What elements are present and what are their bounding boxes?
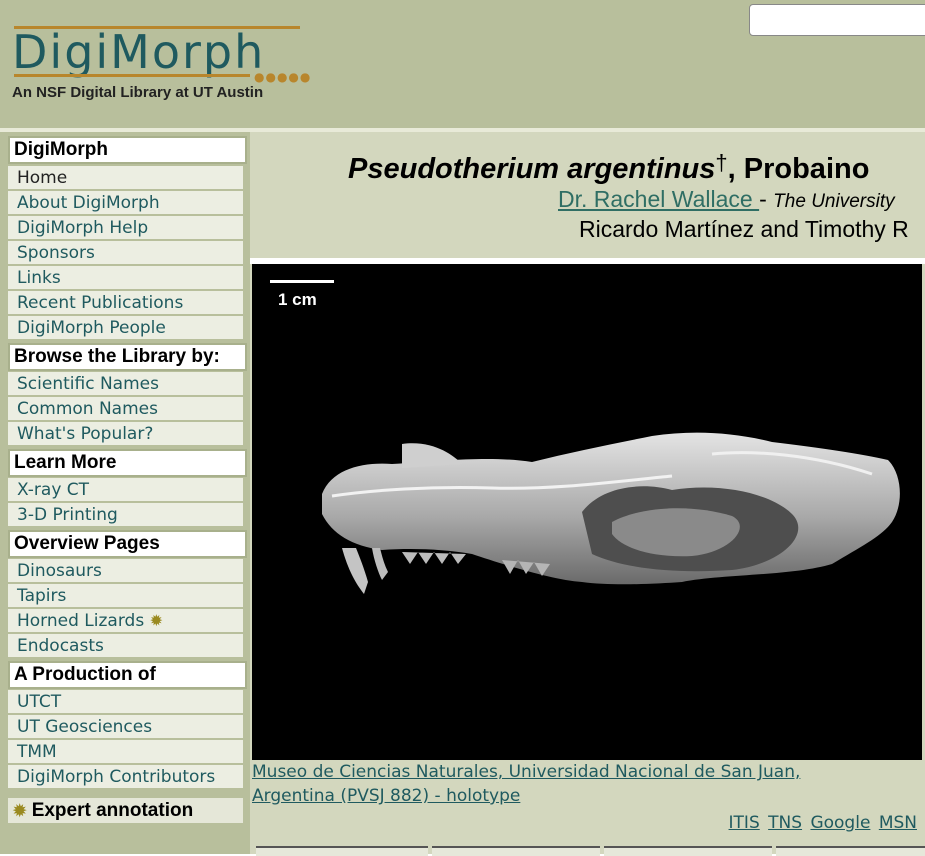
google-link[interactable]: Google	[810, 813, 870, 833]
caption-line-2: Argentina (PVSJ 882) - holotype	[252, 786, 521, 806]
sidebar-item-common-names[interactable]: Common Names	[8, 397, 243, 421]
sidebar-item-links[interactable]: Links	[8, 266, 243, 290]
sidebar-item-sponsors[interactable]: Sponsors	[8, 241, 243, 265]
sun-icon: ✹	[149, 611, 163, 630]
sidebar-section-digimorph: DigiMorph	[8, 136, 247, 164]
bottom-tab[interactable]	[432, 846, 600, 856]
sidebar-item-label: Horned Lizards	[17, 611, 145, 631]
sidebar-item-contributors[interactable]: DigiMorph Contributors	[8, 765, 243, 789]
sidebar-item-ut-geosciences[interactable]: UT Geosciences	[8, 715, 243, 739]
sidebar-section-production: A Production of	[8, 661, 247, 689]
sidebar-item-horned-lizards[interactable]: Horned Lizards ✹	[8, 609, 243, 633]
search-input[interactable]	[749, 4, 925, 36]
sidebar-item-utct[interactable]: UTCT	[8, 690, 243, 714]
logo-dots: ●●●●●	[254, 70, 312, 84]
sidebar-item-publications[interactable]: Recent Publications	[8, 291, 243, 315]
tns-link[interactable]: TNS	[768, 813, 802, 833]
sidebar-item-popular[interactable]: What's Popular?	[8, 422, 243, 446]
skull-ct-image[interactable]: 1 cm	[252, 264, 922, 760]
sidebar-item-help[interactable]: DigiMorph Help	[8, 216, 243, 240]
sidebar-item-about[interactable]: About DigiMorph	[8, 191, 243, 215]
digimorph-logo[interactable]: DigiMorph ●●●●● An NSF Digital Library a…	[12, 22, 312, 112]
specimen-header: Pseudotherium argentinus†, Probaino Dr. …	[250, 132, 925, 258]
logo-tagline: An NSF Digital Library at UT Austin	[12, 84, 264, 101]
author-separator: -	[759, 186, 774, 212]
sidebar-section-browse: Browse the Library by:	[8, 343, 247, 371]
sidebar-item-scientific-names[interactable]: Scientific Names	[8, 372, 243, 396]
specimen-caption-link[interactable]: Museo de Ciencias Naturales, Universidad…	[252, 760, 892, 808]
sidebar-item-xray-ct[interactable]: X-ray CT	[8, 478, 243, 502]
species-name: Pseudotherium argentinus	[348, 153, 716, 185]
bottom-tab[interactable]	[604, 846, 772, 856]
logo-wordmark: DigiMorph	[12, 25, 266, 79]
sidebar-section-overview: Overview Pages	[8, 530, 247, 558]
expert-annotation-legend: ✹ Expert annotation	[8, 798, 243, 823]
page-title: Pseudotherium argentinus†, Probaino	[348, 150, 869, 186]
external-links: ITIS TNS Google MSN	[726, 813, 917, 833]
sun-icon: ✹	[13, 803, 27, 820]
bottom-tab[interactable]	[256, 846, 428, 856]
sidebar-section-learn-more: Learn More	[8, 449, 247, 477]
author-link[interactable]: Dr. Rachel Wallace	[558, 186, 759, 212]
extinct-dagger: †	[715, 150, 728, 175]
sidebar-item-tmm[interactable]: TMM	[8, 740, 243, 764]
sidebar-item-tapirs[interactable]: Tapirs	[8, 584, 243, 608]
caption-line-1: Museo de Ciencias Naturales, Universidad…	[252, 762, 801, 782]
expert-annotation-label: Expert annotation	[31, 800, 194, 821]
main-content: Pseudotherium argentinus†, Probaino Dr. …	[250, 132, 925, 856]
itis-link[interactable]: ITIS	[729, 813, 760, 833]
sidebar-item-people[interactable]: DigiMorph People	[8, 316, 243, 340]
skull-render	[322, 432, 900, 594]
coauthors: Ricardo Martínez and Timothy R	[579, 216, 909, 242]
author-institution: The University	[773, 191, 895, 212]
site-header: DigiMorph ●●●●● An NSF Digital Library a…	[0, 0, 925, 128]
bottom-tab[interactable]	[776, 846, 925, 856]
author-line: Dr. Rachel Wallace - The University	[558, 186, 895, 213]
sidebar-item-3d-printing[interactable]: 3-D Printing	[8, 503, 243, 527]
sidebar-item-home[interactable]: Home	[8, 166, 243, 190]
title-common: , Probaino	[727, 153, 870, 185]
sidebar-nav: DigiMorph Home About DigiMorph DigiMorph…	[0, 132, 250, 854]
bottom-tab-strip	[250, 844, 925, 856]
sidebar-item-dinosaurs[interactable]: Dinosaurs	[8, 559, 243, 583]
msn-link[interactable]: MSN	[879, 813, 917, 833]
sidebar-item-endocasts[interactable]: Endocasts	[8, 634, 243, 658]
logo-rule-bottom	[14, 74, 250, 77]
